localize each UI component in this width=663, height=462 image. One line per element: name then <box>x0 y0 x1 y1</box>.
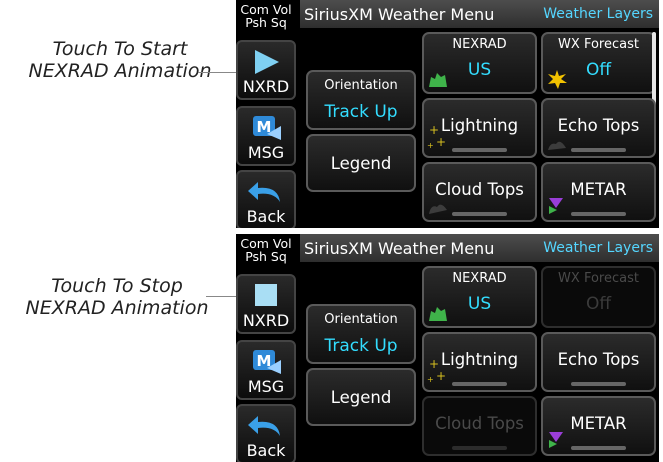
orientation-value: Track Up <box>324 336 398 356</box>
callout-start-line1: Touch To Start <box>52 38 188 60</box>
orientation-value: Track Up <box>324 102 398 122</box>
msg-button[interactable]: M MSG <box>236 106 296 166</box>
wx-forecast-value: Off <box>585 294 612 314</box>
play-icon <box>238 48 294 76</box>
legend-label: Legend <box>330 388 392 407</box>
callout-start-line2: NEXRAD Animation <box>28 60 212 82</box>
nxrd-button[interactable]: NXRD <box>236 274 296 334</box>
cloud-tops-status-bar <box>452 212 507 216</box>
echo-tops-label: Echo Tops <box>557 350 640 369</box>
psh-sq-label: Psh Sq <box>245 249 287 264</box>
title-bar: SiriusXM Weather Menu Weather Layers <box>300 0 659 28</box>
lightning-icon: +++ <box>427 358 446 384</box>
orientation-button[interactable]: Orientation Track Up <box>306 70 416 130</box>
cloud-tops-label: Cloud Tops <box>435 180 524 199</box>
page-title: SiriusXM Weather Menu <box>304 5 495 24</box>
weather-layers-heading: Weather Layers <box>543 6 653 22</box>
back-button[interactable]: Back <box>236 170 296 228</box>
lightning-status-bar <box>452 382 507 386</box>
com-vol-psh-sq-knob-label[interactable]: Com Vol Psh Sq <box>236 234 296 270</box>
legend-button[interactable]: Legend <box>306 134 416 192</box>
callout-stop-leader <box>206 296 238 297</box>
metar-button[interactable]: METAR <box>541 396 656 456</box>
psh-sq-label: Psh Sq <box>245 15 287 30</box>
callout-start: Touch To Start NEXRAD Animation <box>10 38 230 82</box>
message-icon: M <box>238 114 294 142</box>
orientation-button[interactable]: Orientation Track Up <box>306 304 416 364</box>
callout-stop: Touch To Stop NEXRAD Animation <box>8 275 226 319</box>
cloud-tops-label: Cloud Tops <box>435 414 524 433</box>
svg-text:+: + <box>436 369 446 383</box>
metar-icon <box>549 432 563 448</box>
metar-status-bar <box>571 212 626 216</box>
nexrad-caption: NEXRAD <box>452 37 507 52</box>
wx-forecast-caption: WX Forecast <box>558 271 639 286</box>
nxrd-label: NXRD <box>242 77 290 96</box>
weather-layers-heading: Weather Layers <box>543 240 653 256</box>
echo-tops-button[interactable]: Echo Tops <box>541 98 656 158</box>
lightning-button[interactable]: Lightning + + + <box>422 98 537 158</box>
lightning-status-bar <box>452 148 507 152</box>
echo-tops-button[interactable]: Echo Tops <box>541 332 656 392</box>
message-icon: M <box>238 348 294 376</box>
legend-label: Legend <box>330 154 392 173</box>
page-title: SiriusXM Weather Menu <box>304 239 495 258</box>
echo-tops-status-bar <box>571 148 626 152</box>
screen-stop: Com Vol Psh Sq NXRD M MSG Back SiriusXM … <box>236 234 659 462</box>
scrollbar[interactable] <box>652 32 656 107</box>
echo-tops-status-bar <box>571 382 626 386</box>
back-button[interactable]: Back <box>236 404 296 462</box>
svg-text:+: + <box>436 135 446 149</box>
wx-forecast-button: WX Forecast Off <box>541 266 656 328</box>
callout-stop-line1: Touch To Stop <box>51 275 183 297</box>
svg-text:+: + <box>427 375 434 384</box>
back-label: Back <box>246 441 286 460</box>
echo-tops-icon <box>548 141 566 150</box>
nexrad-button[interactable]: NEXRAD US <box>422 266 537 328</box>
msg-label: MSG <box>247 377 285 396</box>
metar-status-bar <box>571 446 626 450</box>
callout-start-leader <box>198 72 238 73</box>
cloud-tops-status-bar <box>452 446 507 450</box>
legend-button[interactable]: Legend <box>306 368 416 426</box>
cloud-tops-button: Cloud Tops <box>422 396 537 456</box>
lightning-icon: +++ <box>427 124 446 150</box>
cloud-tops-button[interactable]: Cloud Tops <box>422 162 537 222</box>
title-bar: SiriusXM Weather Menu Weather Layers <box>300 234 659 262</box>
screen-start: Com Vol Psh Sq NXRD M MSG Back SiriusXM … <box>236 0 659 228</box>
com-vol-psh-sq-knob-label[interactable]: Com Vol Psh Sq <box>236 0 296 36</box>
nxrd-button[interactable]: NXRD <box>236 40 296 100</box>
wx-forecast-icon <box>548 70 567 89</box>
wx-forecast-button[interactable]: WX Forecast Off <box>541 32 656 94</box>
back-arrow-icon <box>238 178 294 206</box>
nexrad-map-icon <box>429 307 447 321</box>
orientation-caption: Orientation <box>324 78 398 93</box>
back-arrow-icon <box>238 412 294 440</box>
echo-tops-label: Echo Tops <box>557 116 640 135</box>
wx-forecast-caption: WX Forecast <box>558 37 639 52</box>
msg-button[interactable]: M MSG <box>236 340 296 400</box>
back-label: Back <box>246 207 286 226</box>
nxrd-label: NXRD <box>242 311 290 330</box>
orientation-caption: Orientation <box>324 312 398 327</box>
svg-text:+: + <box>427 141 434 150</box>
nexrad-caption: NEXRAD <box>452 271 507 286</box>
nexrad-button[interactable]: NEXRAD US <box>422 32 537 94</box>
stop-icon <box>238 282 294 310</box>
msg-label: MSG <box>247 143 285 162</box>
cloud-tops-icon <box>429 204 447 214</box>
callout-stop-line2: NEXRAD Animation <box>25 297 209 319</box>
metar-icon <box>549 198 563 214</box>
nexrad-map-icon <box>429 73 447 87</box>
metar-button[interactable]: METAR <box>541 162 656 222</box>
lightning-button[interactable]: Lightning + + + <box>422 332 537 392</box>
